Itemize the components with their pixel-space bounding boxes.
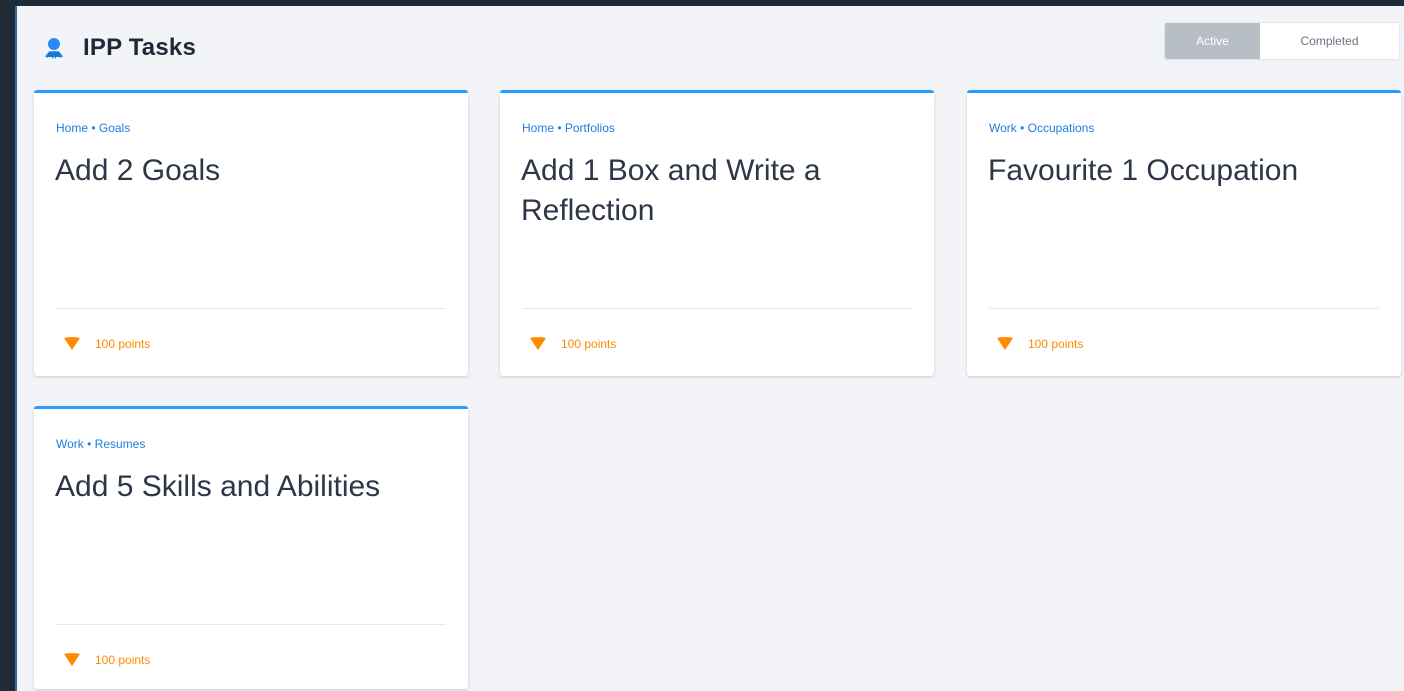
page-header: IPP Tasks [39, 26, 196, 70]
task-status-toggle[interactable]: Active Completed [1164, 22, 1400, 60]
points-row: 100 points [61, 651, 150, 669]
user-award-icon [39, 33, 69, 63]
task-category: Work • Resumes [56, 437, 146, 451]
task-card[interactable]: Home • Goals Add 2 Goals 100 points [34, 90, 468, 376]
card-divider [989, 308, 1379, 309]
card-divider [522, 308, 912, 309]
task-card[interactable]: Work • Occupations Favourite 1 Occupatio… [967, 90, 1401, 376]
task-card[interactable]: Work • Resumes Add 5 Skills and Abilitie… [34, 406, 468, 689]
gem-icon [61, 651, 83, 669]
ipp-tasks-panel: IPP Tasks Active Completed Home • Goals … [15, 6, 1404, 691]
task-title: Add 5 Skills and Abilities [55, 470, 381, 503]
points-row: 100 points [61, 335, 150, 353]
app-frame: IPP Tasks Active Completed Home • Goals … [0, 0, 1404, 691]
points-label: 100 points [561, 337, 617, 351]
task-card[interactable]: Home • Portfolios Add 1 Box and Write a … [500, 90, 934, 376]
points-row: 100 points [527, 335, 616, 353]
task-category: Home • Portfolios [522, 121, 615, 135]
task-category: Work • Occupations [989, 121, 1095, 135]
completed-tab[interactable]: Completed [1260, 23, 1399, 59]
points-row: 100 points [994, 335, 1083, 353]
gem-icon [994, 335, 1016, 353]
points-label: 100 points [1028, 337, 1084, 351]
task-category: Home • Goals [56, 121, 131, 135]
task-title: Add 2 Goals [55, 154, 221, 187]
active-tab[interactable]: Active [1165, 23, 1260, 59]
task-title: Favourite 1 Occupation [988, 154, 1299, 187]
gem-icon [61, 335, 83, 353]
task-title: Add 1 Box and Write a Reflection [521, 154, 821, 227]
points-label: 100 points [95, 337, 151, 351]
page-title: IPP Tasks [83, 34, 196, 61]
card-divider [56, 624, 446, 625]
gem-icon [527, 335, 549, 353]
points-label: 100 points [95, 653, 151, 667]
card-divider [56, 308, 446, 309]
